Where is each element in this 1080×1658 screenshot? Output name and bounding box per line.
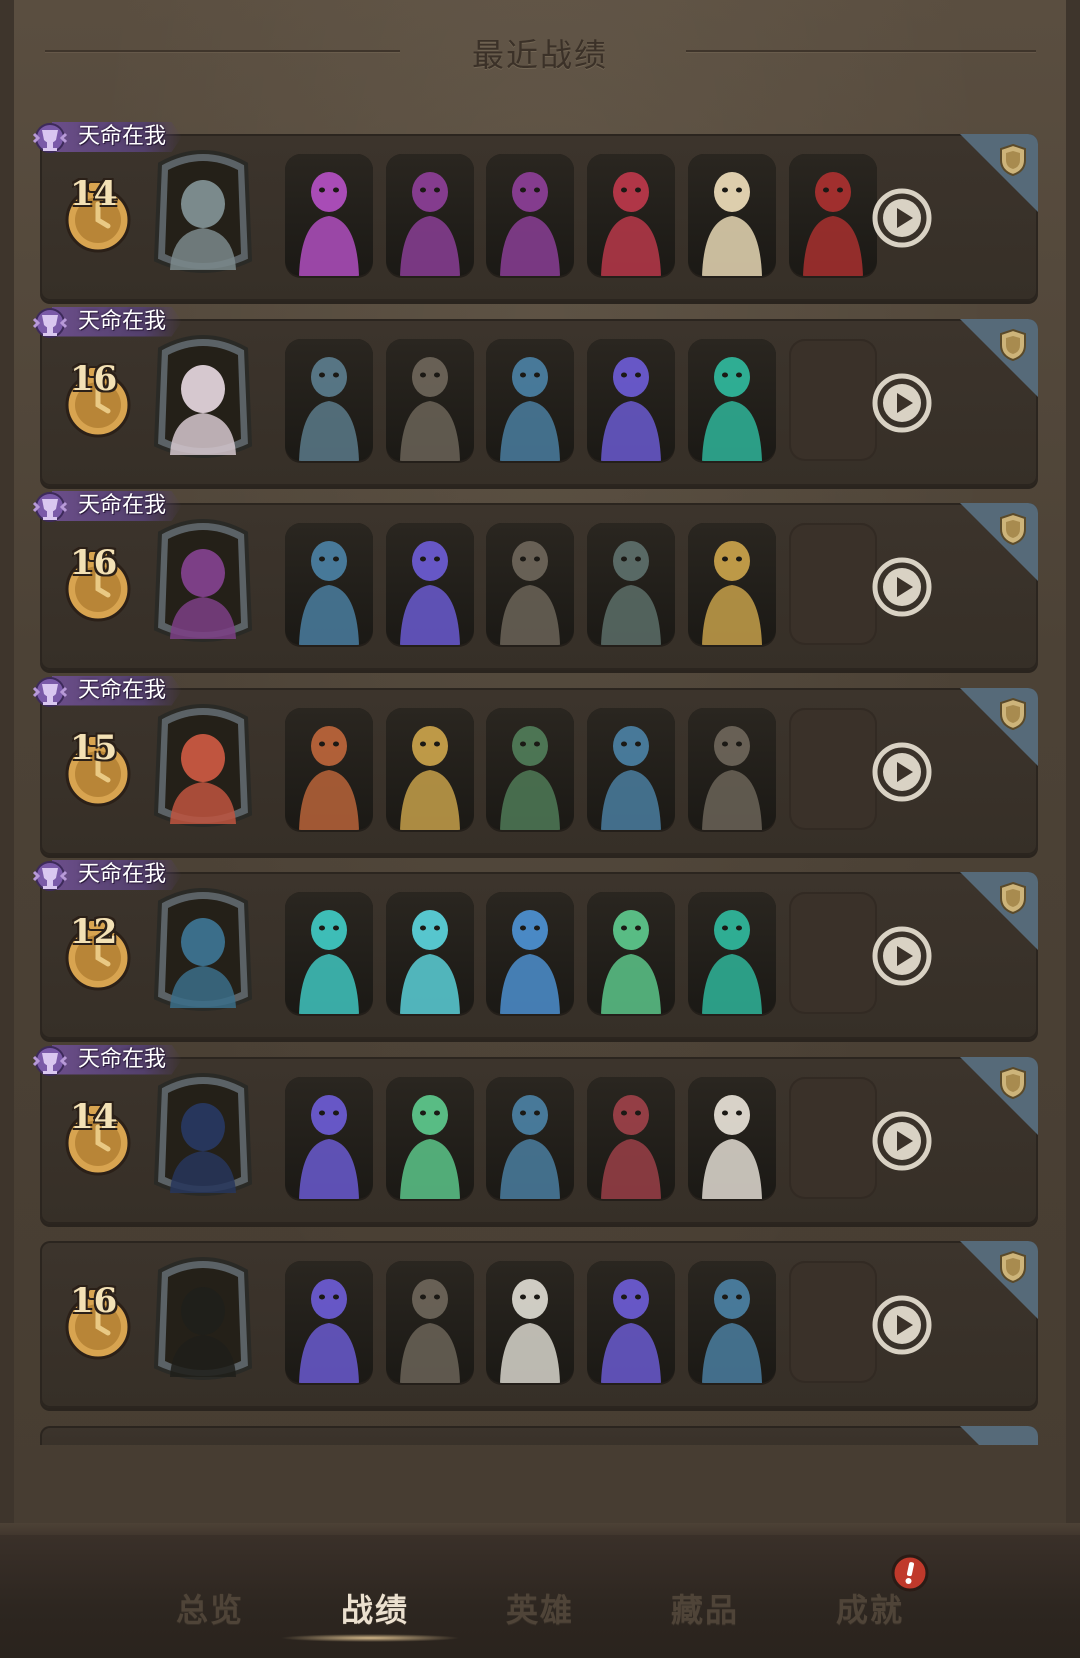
match-record-card[interactable]: 天命在我 12 — [32, 860, 1038, 1039]
placement-number: 12 — [70, 912, 118, 952]
unit-portrait[interactable] — [587, 1076, 675, 1199]
replay-button[interactable] — [870, 924, 934, 988]
match-record-card[interactable]: 天命在我 14 — [32, 122, 1038, 301]
placement-number: 14 — [70, 1096, 118, 1137]
tab-records[interactable]: 战绩 — [315, 1585, 435, 1631]
shield-icon[interactable] — [998, 881, 1028, 915]
unit-portrait[interactable] — [285, 523, 373, 645]
match-record-card[interactable]: 天命在我 16 — [32, 491, 1038, 670]
unit-portrait[interactable] — [587, 154, 675, 276]
shield-icon[interactable] — [998, 512, 1028, 546]
shield-icon[interactable] — [998, 1066, 1028, 1100]
hero-portrait[interactable] — [150, 1249, 256, 1389]
unit-portrait[interactable] — [486, 523, 574, 645]
unit-portrait[interactable] — [688, 523, 776, 645]
unit-portrait[interactable] — [285, 1261, 373, 1383]
shield-icon[interactable] — [998, 143, 1028, 177]
empty-unit-slot — [789, 1261, 877, 1383]
replay-button[interactable] — [870, 186, 934, 250]
trophy-icon — [32, 307, 68, 338]
match-record-card[interactable]: 天命在我 14 — [32, 1044, 1038, 1224]
unit-portrait[interactable] — [587, 1261, 675, 1383]
shield-icon[interactable] — [998, 697, 1028, 731]
empty-unit-slot — [789, 523, 877, 645]
replay-button[interactable] — [870, 1293, 934, 1357]
unit-portrait[interactable] — [486, 154, 574, 276]
unit-portrait[interactable] — [587, 338, 675, 461]
replay-button[interactable] — [870, 371, 934, 435]
unit-portrait[interactable] — [486, 1261, 574, 1383]
unit-portrait[interactable] — [386, 707, 474, 830]
hero-portrait[interactable] — [150, 696, 256, 836]
unit-portrait[interactable] — [386, 338, 474, 461]
records-list[interactable]: 天命在我 14 天命在我 16 天命在我 16 天命在我 15 天命在我 12 天命在我 14 16 — [0, 0, 1080, 1445]
tab-heroes[interactable]: 英雄 — [480, 1585, 600, 1631]
trophy-icon — [32, 123, 68, 153]
unit-portrait[interactable] — [285, 1076, 373, 1199]
unit-portrait[interactable] — [285, 707, 373, 830]
tab-collection[interactable]: 藏品 — [645, 1585, 765, 1631]
replay-button[interactable] — [870, 740, 934, 804]
shield-icon[interactable] — [998, 328, 1028, 362]
unit-portrait[interactable] — [486, 707, 574, 830]
match-record-card[interactable]: 天命在我 16 — [32, 306, 1038, 486]
unit-portrait[interactable] — [386, 523, 474, 645]
unit-portrait[interactable] — [789, 154, 877, 276]
card-corner — [960, 1425, 1038, 1445]
match-history-page: 最近战绩 天命在我 14 天命在我 16 天命在我 16 天命在我 15 天命在我 12 天命在我 1… — [0, 0, 1080, 1658]
unit-portrait[interactable] — [587, 892, 675, 1014]
unit-portrait[interactable] — [587, 707, 675, 830]
placement-number: 15 — [70, 727, 118, 768]
unit-portrait[interactable] — [688, 338, 776, 461]
empty-unit-slot — [789, 707, 877, 830]
unit-portrait[interactable] — [285, 338, 373, 461]
unit-portrait[interactable] — [386, 154, 474, 276]
unit-portrait[interactable] — [688, 1261, 776, 1383]
unit-portrait[interactable] — [486, 338, 574, 461]
hero-portrait[interactable] — [150, 511, 256, 651]
hero-portrait[interactable] — [150, 880, 256, 1020]
tab-overview[interactable]: 总览 — [150, 1585, 270, 1631]
empty-unit-slot — [789, 338, 877, 461]
trophy-icon — [32, 492, 68, 522]
active-tab-indicator — [280, 1634, 460, 1642]
replay-button[interactable] — [870, 555, 934, 619]
empty-unit-slot — [789, 1076, 877, 1199]
unit-portrait[interactable] — [688, 707, 776, 830]
exclamation-icon — [891, 1554, 929, 1592]
unit-portrait[interactable] — [386, 1076, 474, 1199]
unit-portrait[interactable] — [587, 523, 675, 645]
hero-portrait[interactable] — [150, 327, 256, 467]
replay-button[interactable] — [870, 1109, 934, 1173]
match-record-card[interactable]: 天命在我 15 — [32, 675, 1038, 855]
placement-number: 16 — [70, 1281, 118, 1321]
trophy-icon — [32, 676, 68, 707]
trophy-icon — [32, 861, 68, 891]
shield-icon[interactable] — [998, 1250, 1028, 1284]
unit-portrait[interactable] — [285, 154, 373, 276]
unit-portrait[interactable] — [486, 892, 574, 1014]
hero-portrait[interactable] — [150, 1065, 256, 1205]
placement-number: 14 — [70, 174, 118, 214]
unit-portrait[interactable] — [285, 892, 373, 1014]
unit-portrait[interactable] — [486, 1076, 574, 1199]
match-record-card-partial[interactable] — [40, 1425, 1038, 1445]
match-record-card[interactable]: 16 — [40, 1241, 1038, 1408]
unit-portrait[interactable] — [386, 1261, 474, 1383]
unit-portrait[interactable] — [688, 1076, 776, 1199]
trophy-icon — [32, 1045, 68, 1076]
empty-unit-slot — [789, 892, 877, 1014]
unit-portrait[interactable] — [688, 154, 776, 276]
hero-portrait[interactable] — [150, 142, 256, 282]
unit-portrait[interactable] — [688, 892, 776, 1014]
placement-number: 16 — [70, 543, 118, 583]
placement-number: 16 — [70, 358, 118, 399]
unit-portrait[interactable] — [386, 892, 474, 1014]
